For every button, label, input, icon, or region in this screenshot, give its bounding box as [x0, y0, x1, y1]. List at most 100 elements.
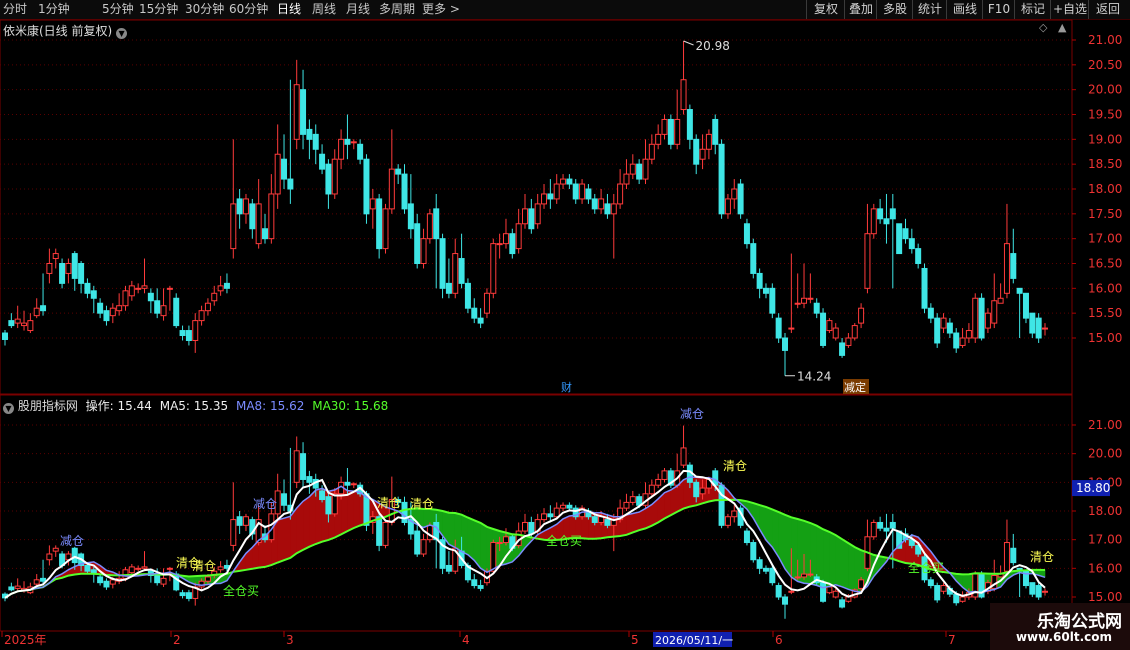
main-candle-body — [458, 258, 465, 284]
main-candle-body — [813, 302, 820, 314]
main-candle-body — [534, 203, 541, 225]
signal-reduce: 减仓 — [253, 497, 277, 511]
ma-fill-up — [296, 500, 304, 554]
indicator-candle-body — [693, 481, 700, 498]
indicator-candle-body — [927, 579, 934, 587]
main-candle-body — [984, 312, 991, 329]
main-candle-body — [934, 317, 941, 344]
sub-axis-label: 20.00 — [1088, 447, 1122, 461]
main-candle-body — [185, 330, 192, 341]
indicator-candle-body — [236, 516, 243, 526]
main-candle-body — [192, 320, 199, 341]
main-candle-body — [90, 290, 97, 299]
indicator-candle-body — [959, 596, 966, 602]
main-candle-body — [991, 300, 998, 324]
main-candle-body — [223, 282, 230, 289]
ma-fill-down — [467, 517, 475, 562]
main-candle-body — [306, 128, 313, 140]
ma-fill-down — [848, 542, 856, 592]
indicator-candle-body — [230, 519, 237, 546]
main-candle-body — [33, 307, 40, 317]
indicator-candle-body — [426, 524, 433, 541]
main-candle-body — [325, 163, 332, 195]
main-candle-body — [915, 248, 922, 265]
main-candle-body — [262, 228, 268, 240]
indicator-candle-body — [762, 567, 769, 572]
main-candle-body — [84, 282, 91, 294]
main-candle-body — [179, 330, 186, 337]
signal-reduce: 减仓 — [60, 534, 84, 548]
ma-fill-up — [664, 489, 672, 520]
main-axis-label: 15.00 — [1088, 331, 1122, 345]
main-candle-body — [845, 337, 852, 346]
main-candle-body — [255, 203, 262, 245]
main-candle-body — [693, 138, 700, 165]
main-candle-body — [902, 228, 909, 240]
main-candle-body — [585, 188, 592, 200]
main-candle-body — [667, 118, 674, 145]
indicator-candle-body — [135, 567, 142, 570]
main-candle-body — [629, 163, 636, 175]
main-candle-body — [636, 163, 643, 180]
indicator-candle-body — [185, 592, 192, 599]
main-candle-body — [14, 318, 21, 324]
signal-clear: 清仓 — [1030, 550, 1054, 564]
main-candle-body — [65, 263, 72, 274]
main-candle-body — [908, 238, 915, 250]
indicator-candle-body — [801, 573, 808, 578]
main-candle-body — [502, 233, 509, 245]
indicator-candle-body — [40, 577, 47, 582]
date-label: 2 — [173, 633, 181, 647]
main-candle-body — [940, 317, 947, 329]
indicator-candle-body — [826, 586, 833, 594]
main-candle-body — [946, 322, 953, 334]
indicator-candle-body — [782, 596, 788, 605]
main-candle-body — [801, 297, 808, 304]
finance-marker: 财 — [561, 380, 572, 394]
indicator-candle-body — [344, 481, 351, 486]
main-candle-body — [896, 223, 903, 255]
ma-fill-down — [784, 514, 792, 578]
indicator-candle-body — [953, 593, 960, 604]
main-candle-body — [376, 198, 383, 250]
indicator-candle-body — [109, 579, 116, 585]
main-candle-body — [249, 203, 256, 230]
kline-chart-canvas[interactable]: 21.00 20.50 20.00 19.50 19.00 18.50 18.00 17.50… — [0, 0, 1130, 650]
main-candle-body — [401, 173, 408, 210]
main-candles — [2, 40, 1048, 376]
main-candle-body — [864, 233, 871, 289]
main-axis-label: 20.50 — [1088, 58, 1122, 72]
main-candle-body — [642, 158, 649, 180]
indicator-candle-body — [820, 582, 827, 602]
main-candle-body — [762, 287, 769, 294]
main-candle-body — [572, 183, 579, 200]
main-candle-body — [128, 285, 135, 297]
main-candle-body — [204, 302, 211, 312]
indicator-candle-body — [445, 564, 452, 572]
indicator-candle-body — [84, 564, 91, 572]
main-candle-body — [483, 292, 490, 314]
main-candle-body — [78, 263, 85, 284]
main-candle-body — [312, 133, 319, 150]
main-candle-body — [680, 79, 687, 111]
indicator-candle-body — [1003, 542, 1010, 572]
indicator-candle-body — [566, 504, 573, 509]
ma-fill-up — [277, 517, 285, 563]
main-axis-label: 15.50 — [1088, 306, 1122, 320]
cursor-price-value: 18.80 — [1076, 481, 1110, 495]
indicator-candle-body — [788, 590, 795, 593]
main-candle-body — [8, 320, 15, 327]
indicator-candle-body — [560, 504, 567, 509]
main-candle-body — [452, 253, 459, 294]
indicator-candle-body — [1042, 590, 1048, 593]
main-candle-body — [46, 263, 53, 274]
main-candle-body — [623, 173, 630, 185]
date-label: 2025年 — [4, 633, 47, 647]
ma-fill-up — [670, 485, 678, 516]
main-candle-body — [737, 183, 744, 215]
main-candle-body — [528, 208, 535, 230]
indicator-candle-body — [769, 567, 776, 584]
indicator-candle-body — [743, 530, 750, 544]
indicator-candle-body — [629, 496, 636, 503]
main-candle-body — [274, 153, 281, 195]
